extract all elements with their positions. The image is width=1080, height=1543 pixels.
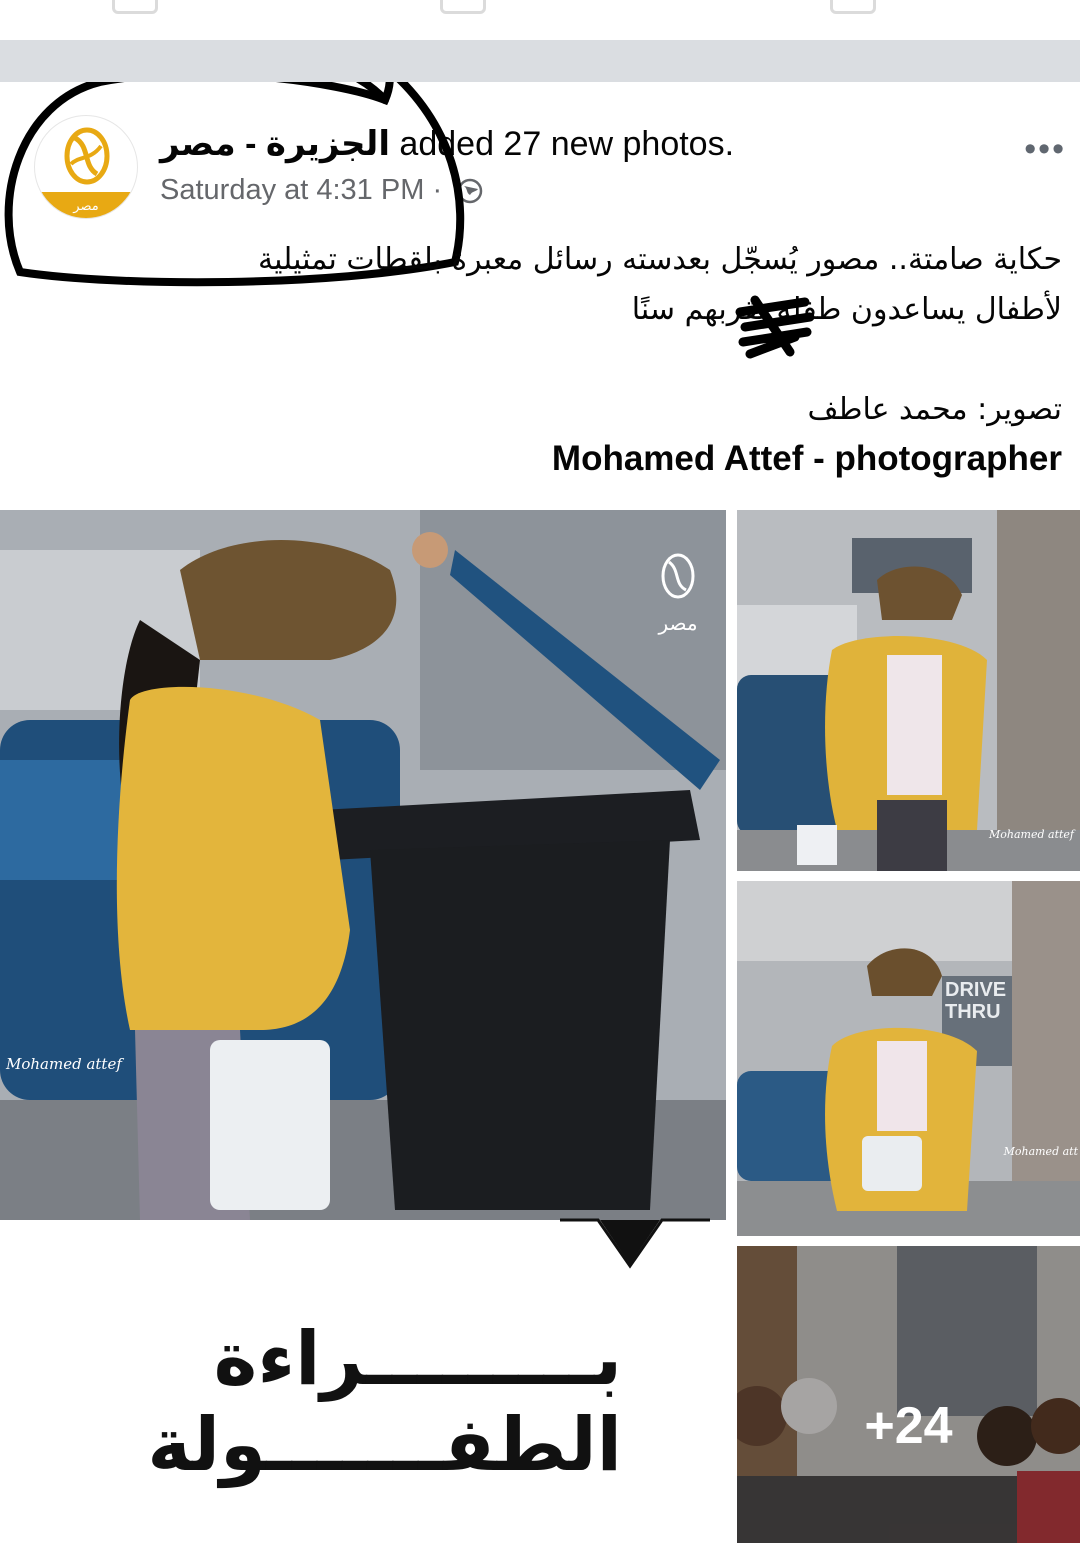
photographer-link[interactable]: Mohamed Attef - photographer [22, 439, 1062, 479]
redaction-scribble [735, 295, 815, 359]
girl-at-trash-bin-image [0, 510, 726, 1220]
main-photo[interactable]: مصر Mohamed attef بـــــــــراءة الطفـــ… [0, 510, 726, 1543]
aljazeera-watermark-icon [661, 553, 695, 599]
feed-post: مصر الجزيرة - مصر added 27 new photos. S… [0, 82, 1080, 1543]
feed-divider [0, 40, 1080, 82]
drive-thru-sign: DRIVE THRU [945, 979, 1007, 1023]
thumbnail-scene: Mohamed attef [737, 510, 1080, 871]
post-caption-line-1: حكاية صامتة.. مصور يُسجّل بعدسته رسائل م… [258, 242, 1062, 277]
like-icon[interactable] [112, 0, 158, 14]
main-photo-watermark: Mohamed attef [6, 1055, 122, 1073]
more-photos-count[interactable]: +24 [737, 1396, 1080, 1456]
previous-post-action-bar [0, 0, 1080, 41]
more-photos-overlay [737, 1246, 1080, 1543]
share-icon[interactable] [830, 0, 876, 14]
photo-thumbnail[interactable]: DRIVE THRU Mohamed att [737, 881, 1080, 1236]
main-photo-scene: مصر Mohamed attef [0, 510, 726, 1220]
brand-watermark-label: مصر [658, 611, 698, 635]
comment-icon[interactable] [440, 0, 486, 14]
post-caption-line-3: تصوير: محمد عاطف [807, 392, 1062, 427]
girl-smiling-image [737, 881, 1080, 1236]
thumbnail-watermark: Mohamed att [1003, 1145, 1078, 1158]
post-caption-line-2: لأطفال يساعدون طفلة تقربهم سنًا [631, 292, 1062, 327]
photo-title-line-2: الطفـــــــولة [147, 1402, 622, 1488]
thumbnail-watermark: Mohamed attef [989, 828, 1074, 841]
more-photos-thumbnail[interactable]: +24 [737, 1246, 1080, 1543]
more-options-button[interactable]: ••• [1024, 130, 1066, 169]
photo-thumbnail[interactable]: Mohamed attef [737, 510, 1080, 871]
photo-title-line-1: بـــــــــراءة [213, 1316, 622, 1402]
brand-watermark: مصر [656, 550, 700, 635]
callout-pointer [560, 1218, 710, 1269]
thumbnail-scene: DRIVE THRU Mohamed att [737, 881, 1080, 1236]
girl-eating-image [737, 510, 1080, 871]
